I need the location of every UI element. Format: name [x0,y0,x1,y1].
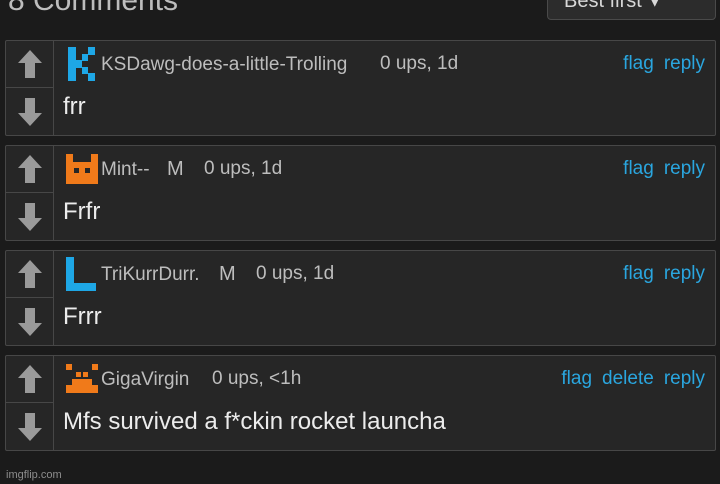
comment-item: Mint-- M 0 ups, 1d flag reply Frfr [5,145,716,241]
comment-item: KSDawg-does-a-little-Trolling 0 ups, 1d … [5,40,716,136]
comment-username[interactable]: Mint-- [101,159,150,181]
comment-item: GigaVirgin 0 ups, <1h flag delete reply Mf… [5,355,716,451]
comments-header: 8 Comments Best first ▾ [0,0,720,24]
down-arrow-icon [17,202,42,231]
imgflip-watermark: imgflip.com [6,469,62,481]
up-arrow-icon [17,155,42,183]
reply-link[interactable]: reply [664,158,705,179]
upvote-button[interactable] [6,356,53,403]
l-letter-avatar-icon[interactable] [66,257,98,291]
comment-text: Frrr [63,303,102,330]
down-arrow-icon [17,97,42,126]
comment-actions: flag reply [613,263,705,285]
chevron-down-icon: ▾ [649,0,660,12]
comment-meta: 0 ups, 1d [256,263,335,284]
up-arrow-icon [17,50,42,78]
delete-link[interactable]: delete [602,368,654,389]
comment-actions: flag reply [613,53,705,75]
vote-column [6,251,54,345]
comment-meta: 0 ups, <1h [212,368,302,389]
downvote-button[interactable] [6,88,53,135]
upvote-button[interactable] [6,251,53,298]
downvote-button[interactable] [6,403,53,450]
comment-actions: flag reply [613,158,705,180]
down-arrow-icon [17,412,42,441]
sort-label: Best first [564,0,642,12]
k-letter-avatar-icon[interactable] [66,47,98,81]
downvote-button[interactable] [6,193,53,240]
upvote-button[interactable] [6,41,53,88]
flag-link[interactable]: flag [623,53,654,74]
comment-meta: 0 ups, 1d [380,53,459,74]
vote-column [6,41,54,135]
upvote-button[interactable] [6,146,53,193]
flag-link[interactable]: flag [623,158,654,179]
flag-link[interactable]: flag [623,263,654,284]
comment-actions: flag delete reply [551,368,705,390]
flag-link[interactable]: flag [561,368,592,389]
sort-dropdown[interactable]: Best first ▾ [547,0,716,20]
comment-text: Frfr [63,198,101,225]
up-arrow-icon [17,260,42,288]
comment-username[interactable]: TriKurrDurr. [101,264,200,286]
up-arrow-icon [17,365,42,393]
invader-avatar-icon[interactable] [66,362,98,396]
comment-text: Mfs survived a f*ckin rocket launcha [63,408,446,435]
reply-link[interactable]: reply [664,368,705,389]
comment-item: TriKurrDurr. M 0 ups, 1d flag reply Frrr [5,250,716,346]
cat-face-avatar-icon[interactable] [66,152,98,186]
comment-meta: 0 ups, 1d [204,158,283,179]
comment-text: frr [63,93,86,120]
vote-column [6,356,54,450]
down-arrow-icon [17,307,42,336]
comment-username[interactable]: KSDawg-does-a-little-Trolling [101,54,347,76]
reply-link[interactable]: reply [664,53,705,74]
comment-username[interactable]: GigaVirgin [101,369,189,391]
comments-count-title: 8 Comments [8,0,179,17]
reply-link[interactable]: reply [664,263,705,284]
mod-badge: M [167,158,184,180]
downvote-button[interactable] [6,298,53,345]
mod-badge: M [219,263,236,285]
vote-column [6,146,54,240]
